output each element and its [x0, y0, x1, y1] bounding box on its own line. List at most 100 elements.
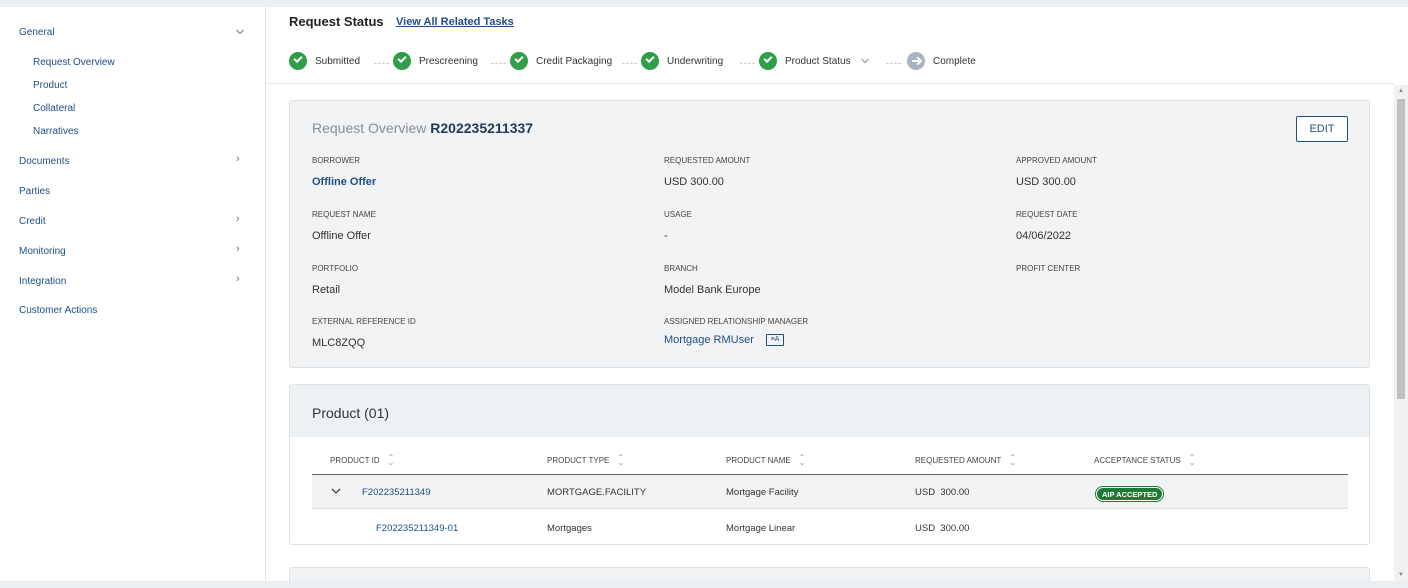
top-border — [0, 0, 1408, 7]
sort-icon[interactable]: ⌃ ⌄ — [799, 454, 806, 467]
product-name-cell: Mortgage Facility — [726, 487, 799, 498]
step-label: Product Status — [785, 55, 851, 67]
column-header-product-id[interactable]: PRODUCT ID ⌃ ⌄ — [330, 454, 395, 467]
sidebar: General Request Overview Product Collate… — [0, 7, 266, 581]
step-submitted[interactable]: Submitted — [289, 51, 360, 71]
step-credit-packaging[interactable]: Credit Packaging — [510, 51, 612, 71]
borrower-label: BORROWER — [312, 156, 360, 165]
profit-center-label: PROFIT CENTER — [1016, 264, 1081, 273]
step-label: Complete — [933, 55, 976, 67]
chevron-down-icon[interactable] — [235, 27, 245, 37]
check-icon — [641, 52, 659, 70]
step-underwriting[interactable]: Underwriting — [641, 51, 723, 71]
usage-value: - — [664, 230, 668, 242]
status-badge: AIP ACCEPTED — [1096, 487, 1164, 501]
arrow-right-icon — [907, 52, 925, 70]
step-label: Submitted — [315, 55, 361, 67]
step-label: Credit Packaging — [536, 55, 613, 67]
sidebar-item-monitoring[interactable]: Monitoring — [19, 246, 66, 257]
request-name-label: REQUEST NAME — [312, 210, 376, 219]
sidebar-item-parties[interactable]: Parties — [19, 186, 50, 197]
chevron-right-icon[interactable]: › — [236, 273, 240, 285]
relationship-manager-link[interactable]: Mortgage RMUser — [664, 334, 754, 346]
chevron-down-icon[interactable] — [860, 56, 870, 66]
overview-title-prefix: Request Overview — [312, 120, 427, 136]
chevron-right-icon[interactable]: › — [236, 213, 240, 225]
product-id-link[interactable]: F202235211349-01 — [376, 523, 458, 534]
chevron-down-icon[interactable] — [331, 486, 341, 496]
sidebar-item-credit[interactable]: Credit — [19, 216, 46, 227]
check-icon — [393, 52, 411, 70]
sidebar-item-product[interactable]: Product — [33, 80, 67, 91]
sidebar-item-collateral[interactable]: Collateral — [33, 103, 75, 114]
vertical-scrollbar[interactable]: ▲ ▼ — [1394, 85, 1408, 581]
product-type-cell: Mortgages — [547, 523, 592, 534]
branch-label: BRANCH — [664, 264, 698, 273]
sidebar-item-general[interactable]: General — [19, 27, 55, 38]
request-overview-card: Request Overview R202235211337 EDIT BORR… — [289, 100, 1370, 368]
chevron-right-icon[interactable]: › — [236, 243, 240, 255]
requested-amount-label: REQUESTED AMOUNT — [664, 156, 751, 165]
requested-amount-cell: USD 300.00 — [915, 523, 970, 534]
column-label: PRODUCT ID — [330, 455, 380, 465]
sort-icon[interactable]: ⌃ ⌄ — [388, 454, 395, 467]
column-label: PRODUCT NAME — [726, 455, 791, 465]
column-header-acceptance-status[interactable]: ACCEPTANCE STATUS ⌃ ⌄ — [1094, 454, 1196, 467]
portfolio-label: PORTFOLIO — [312, 264, 359, 273]
relationship-manager-label: ASSIGNED RELATIONSHIP MANAGER — [664, 317, 809, 326]
step-connector: ---- — [491, 58, 507, 68]
request-id: R202235211337 — [430, 120, 534, 136]
edit-button[interactable]: EDIT — [1296, 116, 1348, 142]
chevron-right-icon[interactable]: › — [236, 153, 240, 165]
column-header-requested-amount[interactable]: REQUESTED AMOUNT ⌃ ⌄ — [915, 454, 1016, 467]
main-content: Request Status View All Related Tasks Su… — [266, 7, 1408, 581]
sidebar-item-customer-actions[interactable]: Customer Actions — [19, 305, 97, 316]
column-label: REQUESTED AMOUNT — [915, 455, 1002, 465]
requested-amount-cell: USD 300.00 — [915, 487, 970, 498]
column-header-product-type[interactable]: PRODUCT TYPE ⌃ ⌄ — [547, 454, 624, 467]
column-label: ACCEPTANCE STATUS — [1094, 455, 1181, 465]
product-header: Product (01) — [290, 385, 1369, 437]
step-product-status[interactable]: Product Status — [759, 51, 870, 71]
sort-icon[interactable]: ⌃ ⌄ — [1189, 454, 1196, 467]
table-row — [312, 475, 1348, 509]
step-complete[interactable]: Complete — [907, 51, 976, 71]
external-reference-value: MLC8ZQQ — [312, 337, 366, 349]
column-header-product-name[interactable]: PRODUCT NAME ⌃ ⌄ — [726, 454, 806, 467]
check-icon — [289, 52, 307, 70]
contact-card-icon[interactable]: ≡A — [766, 334, 784, 346]
sort-icon[interactable]: ⌃ ⌄ — [1009, 454, 1016, 467]
product-name-cell: Mortgage Linear — [726, 523, 796, 534]
sidebar-item-narratives[interactable]: Narratives — [33, 126, 79, 137]
overview-title: Request Overview R202235211337 — [312, 120, 533, 136]
request-date-value: 04/06/2022 — [1016, 230, 1072, 242]
usage-label: USAGE — [664, 210, 693, 219]
external-reference-label: EXTERNAL REFERENCE ID — [312, 317, 416, 326]
scrollbar-thumb[interactable] — [1397, 99, 1405, 399]
scroll-down-icon[interactable]: ▼ — [1398, 572, 1404, 578]
step-connector: ---- — [740, 58, 756, 68]
sidebar-item-documents[interactable]: Documents — [19, 156, 70, 167]
content-scroll-area: Request Overview R202235211337 EDIT BORR… — [266, 85, 1394, 581]
bottom-border — [0, 581, 1408, 588]
sort-icon[interactable]: ⌃ ⌄ — [617, 454, 624, 467]
view-all-related-tasks-link[interactable]: View All Related Tasks — [396, 16, 514, 28]
sidebar-item-request-overview[interactable]: Request Overview — [33, 57, 115, 68]
column-label: PRODUCT TYPE — [547, 455, 610, 465]
check-icon — [510, 52, 528, 70]
approved-amount-label: APPROVED AMOUNT — [1016, 156, 1097, 165]
step-label: Underwriting — [667, 55, 724, 67]
sidebar-item-integration[interactable]: Integration — [19, 276, 66, 287]
borrower-link[interactable]: Offline Offer — [312, 176, 376, 188]
branch-value: Model Bank Europe — [664, 284, 761, 296]
product-title: Product (01) — [312, 405, 390, 421]
product-id-link[interactable]: F202235211349 — [362, 487, 431, 498]
request-date-label: REQUEST DATE — [1016, 210, 1078, 219]
product-card: Product (01) PRODUCT ID ⌃ ⌄ PRODUCT TYPE … — [289, 384, 1370, 545]
approved-amount-value: USD 300.00 — [1016, 176, 1076, 188]
scroll-up-icon[interactable]: ▲ — [1398, 88, 1404, 94]
step-connector: ---- — [622, 58, 638, 68]
requested-amount-value: USD 300.00 — [664, 176, 724, 188]
step-prescreening[interactable]: Prescreening — [393, 51, 478, 71]
request-name-value: Offline Offer — [312, 230, 371, 242]
